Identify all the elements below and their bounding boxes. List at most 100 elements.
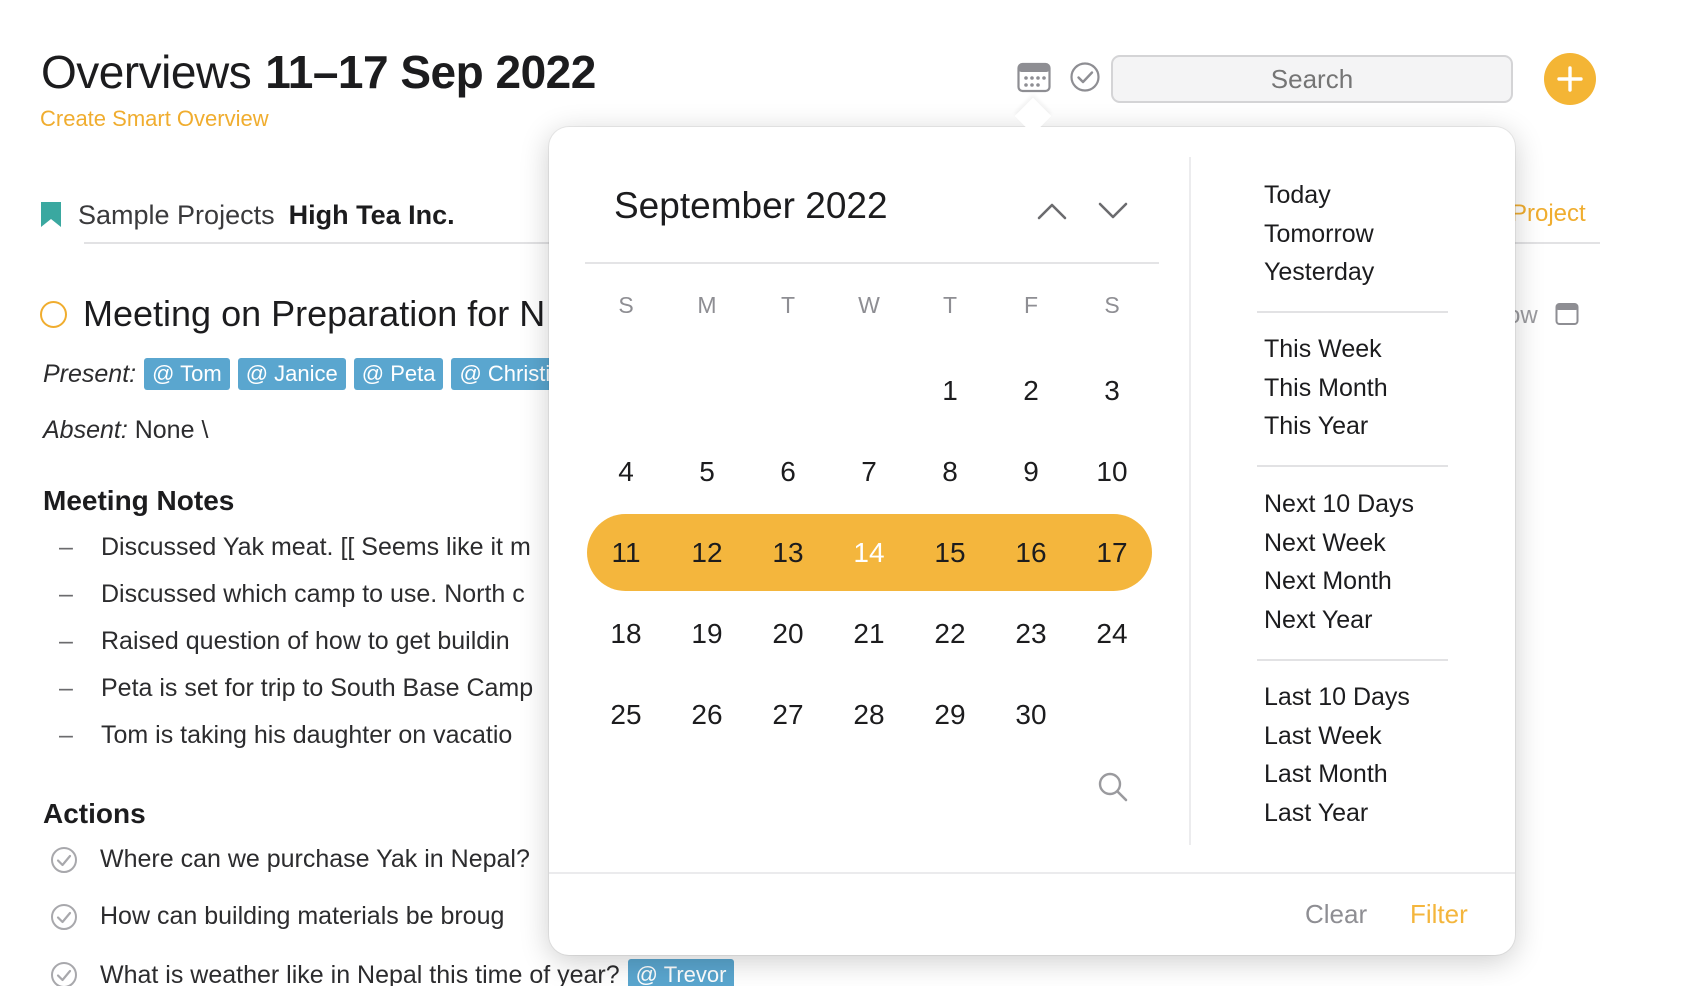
list-item: – Raised question of how to get buildin xyxy=(59,627,510,656)
quick-range-tomorrow[interactable]: Tomorrow xyxy=(1264,220,1374,249)
action-text[interactable]: What is weather like in Nepal this time … xyxy=(100,961,620,986)
calendar-day[interactable]: 29 xyxy=(920,695,980,735)
quick-range-this-week[interactable]: This Week xyxy=(1264,335,1382,364)
search-icon[interactable] xyxy=(1097,771,1129,808)
note-text[interactable]: Peta is set for trip to South Base Camp xyxy=(101,674,533,703)
calendar-day[interactable]: 11 xyxy=(596,533,656,573)
quick-range-today[interactable]: Today xyxy=(1264,181,1331,210)
breadcrumb-project[interactable]: High Tea Inc. xyxy=(289,200,455,231)
calendar-day[interactable]: 25 xyxy=(596,695,656,735)
calendar-small-icon[interactable] xyxy=(1555,302,1579,331)
calendar-day[interactable]: 12 xyxy=(677,533,737,573)
filter-button[interactable]: Filter xyxy=(1410,899,1468,930)
quick-range-last-year[interactable]: Last Year xyxy=(1264,799,1368,828)
calendar-day[interactable]: 5 xyxy=(677,452,737,492)
calendar-day[interactable]: 30 xyxy=(1001,695,1061,735)
calendar-day[interactable]: 15 xyxy=(920,533,980,573)
quick-range-divider xyxy=(1257,659,1448,661)
weekday-label: S xyxy=(1104,292,1120,318)
calendar-day[interactable]: 3 xyxy=(1082,371,1142,411)
present-label: Present: xyxy=(43,359,137,388)
next-month-button[interactable] xyxy=(1096,197,1130,225)
action-text[interactable]: How can building materials be broug xyxy=(100,902,504,931)
quick-range-next-month[interactable]: Next Month xyxy=(1264,567,1392,596)
task-title[interactable]: Meeting on Preparation for N xyxy=(83,293,545,335)
calendar-icon[interactable] xyxy=(1017,60,1051,94)
meeting-notes-heading: Meeting Notes xyxy=(43,485,235,516)
bookmark-icon xyxy=(41,202,61,227)
popover-vertical-divider xyxy=(1189,157,1191,845)
calendar-day[interactable]: 27 xyxy=(758,695,818,735)
quick-range-last-month[interactable]: Last Month xyxy=(1264,760,1388,789)
search-input[interactable] xyxy=(1111,55,1513,103)
quick-range-next-year[interactable]: Next Year xyxy=(1264,606,1372,635)
calendar-day[interactable]: 10 xyxy=(1082,452,1142,492)
mention-tag[interactable]: @ Trevor xyxy=(627,959,735,986)
calendar-day[interactable]: 23 xyxy=(1001,614,1061,654)
absent-label: Absent: xyxy=(43,416,128,444)
quick-range-last-week[interactable]: Last Week xyxy=(1264,722,1382,751)
calendar-day[interactable]: 24 xyxy=(1082,614,1142,654)
add-button[interactable] xyxy=(1544,53,1596,105)
calendar-day[interactable]: 4 xyxy=(596,452,656,492)
note-text[interactable]: Raised question of how to get buildin xyxy=(101,627,510,656)
plus-icon xyxy=(1557,66,1583,92)
mention-tag[interactable]: @ Peta xyxy=(353,358,444,390)
mention-tag[interactable]: @ Tom xyxy=(144,358,230,390)
project-link[interactable]: Project xyxy=(1511,200,1586,228)
breadcrumb-folder[interactable]: Sample Projects xyxy=(78,200,275,231)
quick-range-yesterday[interactable]: Yesterday xyxy=(1264,258,1374,287)
calendar-day[interactable]: 26 xyxy=(677,695,737,735)
task-checkbox[interactable] xyxy=(40,300,67,328)
calendar-day[interactable]: 16 xyxy=(1001,533,1061,573)
quick-range-last-10-days[interactable]: Last 10 Days xyxy=(1264,683,1410,712)
previous-month-button[interactable] xyxy=(1035,197,1069,225)
list-item: – Discussed which camp to use. North c xyxy=(59,580,525,609)
calendar-day[interactable]: 21 xyxy=(839,614,899,654)
clear-button[interactable]: Clear xyxy=(1305,899,1367,930)
calendar-day[interactable]: 14 xyxy=(839,533,899,573)
calendar-day[interactable]: 28 xyxy=(839,695,899,735)
note-text[interactable]: Discussed which camp to use. North c xyxy=(101,580,525,609)
action-text[interactable]: Where can we purchase Yak in Nepal? xyxy=(100,845,530,874)
calendar-day[interactable]: 18 xyxy=(596,614,656,654)
check-circle-icon[interactable] xyxy=(50,961,78,986)
weekday-label: T xyxy=(942,292,958,318)
calendar-day[interactable]: 8 xyxy=(920,452,980,492)
calendar-day[interactable]: 19 xyxy=(677,614,737,654)
chevron-up-icon xyxy=(1037,203,1067,220)
check-circle-icon[interactable] xyxy=(1068,60,1102,94)
calendar-day[interactable]: 1 xyxy=(920,371,980,411)
check-circle-icon[interactable] xyxy=(50,903,78,931)
create-smart-overview-link[interactable]: Create Smart Overview xyxy=(40,106,269,132)
page-title: Overviews 11–17 Sep 2022 xyxy=(41,44,596,100)
weekday-label: T xyxy=(780,292,796,318)
quick-range-next-week[interactable]: Next Week xyxy=(1264,529,1386,558)
note-text[interactable]: Discussed Yak meat. [[ Seems like it m xyxy=(101,533,531,562)
list-item: – Tom is taking his daughter on vacatio xyxy=(59,721,513,750)
quick-range-next-10-days[interactable]: Next 10 Days xyxy=(1264,490,1414,519)
calendar-day[interactable]: 7 xyxy=(839,452,899,492)
note-text[interactable]: Tom is taking his daughter on vacatio xyxy=(101,721,512,750)
action-item: Where can we purchase Yak in Nepal? xyxy=(50,845,530,874)
actions-heading: Actions xyxy=(43,798,146,829)
check-circle-icon[interactable] xyxy=(50,846,78,874)
present-row: Present: @ Tom @ Janice @ Peta @ Christi… xyxy=(43,358,591,390)
calendar-day[interactable]: 2 xyxy=(1001,371,1061,411)
absent-row: Absent: None \ xyxy=(43,416,208,445)
chevron-down-icon xyxy=(1098,202,1128,219)
absent-value: None \ xyxy=(127,416,209,444)
action-item: What is weather like in Nepal this time … xyxy=(50,959,742,986)
quick-range-this-month[interactable]: This Month xyxy=(1264,374,1388,403)
mention-tag[interactable]: @ Janice xyxy=(237,358,346,390)
quick-range-this-year[interactable]: This Year xyxy=(1264,412,1368,441)
calendar-day[interactable]: 6 xyxy=(758,452,818,492)
quick-range-divider xyxy=(1257,311,1448,313)
weekday-label: M xyxy=(697,292,717,318)
calendar-day[interactable]: 20 xyxy=(758,614,818,654)
calendar-day[interactable]: 13 xyxy=(758,533,818,573)
list-item: – Discussed Yak meat. [[ Seems like it m xyxy=(59,533,531,562)
calendar-day[interactable]: 22 xyxy=(920,614,980,654)
calendar-day[interactable]: 9 xyxy=(1001,452,1061,492)
calendar-day[interactable]: 17 xyxy=(1082,533,1142,573)
